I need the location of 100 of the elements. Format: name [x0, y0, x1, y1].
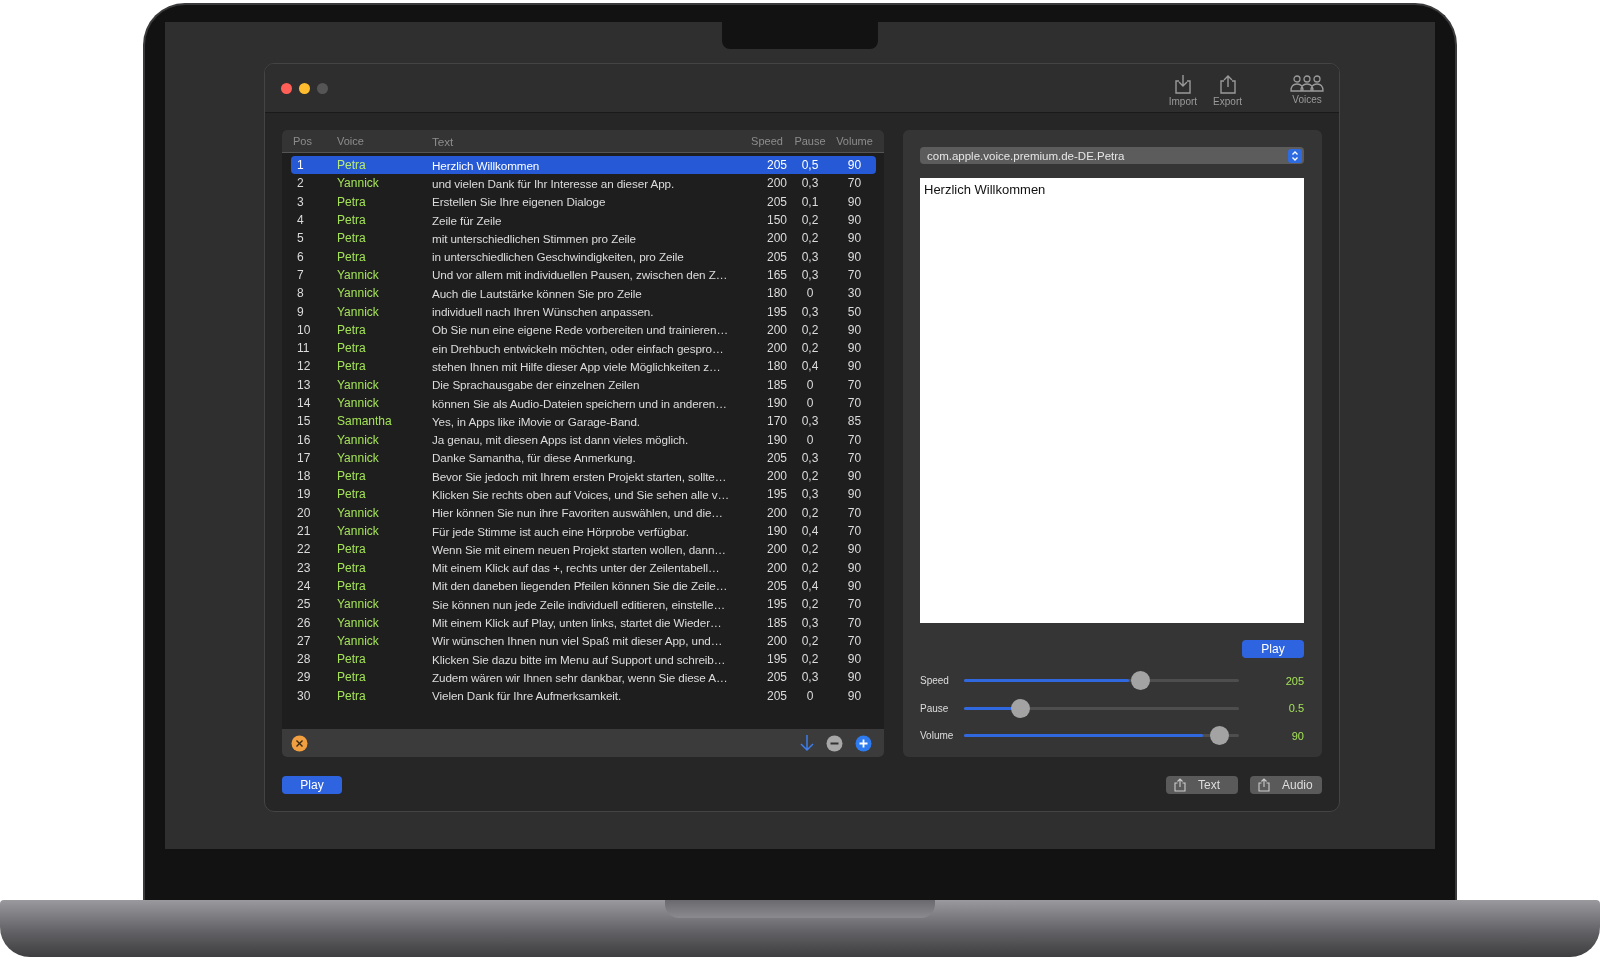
- table-cell-text: Yannick: [337, 267, 380, 282]
- table-row[interactable]: 20 Yannick Hier können Sie nun ihre Favoriten auswählen, und die… 200 0,2 70: [291, 503, 876, 522]
- table-row[interactable]: 15 Samantha Yes, in Apps like iMovie or Garage-Band. 170 0,3 85: [291, 412, 876, 431]
- play-button[interactable]: Play: [1242, 640, 1304, 658]
- table-row[interactable]: 17 Yannick Danke Samantha, für diese Anmerkung. 205 0,3 70: [291, 448, 876, 468]
- table-cell-text: 70: [846, 176, 863, 191]
- table-cell-text: 90: [846, 560, 863, 575]
- table-row[interactable]: 30 Petra Vielen Dank für Ihre Aufmerksamkeit. 205 0 90: [291, 686, 876, 705]
- table-cell-text: 190: [765, 396, 787, 410]
- table-row[interactable]: 3 Petra Erstellen Sie Ihre eigenen Dialoge 205 0,1 90: [291, 192, 876, 211]
- table-row[interactable]: 1 Petra Herzlich Willkommen 205 0,5 90: [291, 156, 876, 175]
- table-cell-text: 200: [765, 505, 787, 520]
- table-cell-text: 70: [846, 267, 863, 282]
- table-cell-text: Petra: [337, 194, 367, 209]
- column-header[interactable]: Text: [432, 134, 747, 148]
- slider-thumb[interactable]: [1130, 671, 1150, 691]
- table-cell-text: 0,3: [800, 615, 820, 630]
- table-cell-text: Zudem wären wir Ihnen sehr dankbar, wenn Sie diese A…: [432, 670, 729, 684]
- table-cell-text: Die Sprachausgabe der einzelnen Zeilen: [432, 378, 641, 392]
- table-cell-text: 70: [846, 377, 863, 392]
- table-cell-text: 90: [846, 213, 863, 228]
- table-row[interactable]: 6 Petra in unterschiedlichen Geschwindigkeiten, pro Zeile 205 0,3 90: [291, 247, 876, 266]
- table-row[interactable]: 29 Petra Zudem wären wir Ihnen sehr dankbar, wenn Sie diese A… 205 0,3 90: [291, 668, 876, 687]
- table-row[interactable]: 21 Yannick Für jede Stimme ist auch eine Hörprobe verfügbar. 190 0,4 70: [291, 521, 876, 541]
- table-row[interactable]: 4 Petra Zeile für Zeile 150 0,2 90: [291, 210, 876, 230]
- table-row[interactable]: 14 Yannick können Sie als Audio-Dateien speichern und in anderen… 190 0 70: [291, 393, 876, 413]
- column-header[interactable]: Voice: [337, 135, 432, 147]
- table-cell-text: 200: [765, 633, 787, 648]
- table-cell-text: 0,3: [800, 450, 820, 465]
- close-button[interactable]: [281, 82, 292, 94]
- table-cell-text: 0: [805, 396, 815, 410]
- table-cell-text: 0,2: [800, 505, 820, 520]
- play-button[interactable]: Play: [282, 775, 342, 794]
- export-button[interactable]: Export: [1210, 73, 1245, 107]
- table-row[interactable]: 9 Yannick individuell nach Ihren Wünschen anpassen. 195 0,3 50: [291, 302, 876, 321]
- import-button[interactable]: Import: [1165, 73, 1201, 107]
- table-row[interactable]: 10 Petra Ob Sie nun eine eigene Rede vorbereiten und trainieren… 200 0,2 90: [291, 320, 876, 339]
- table-cell-text: Mit den daneben liegenden Pfeilen können Sie die Zeile…: [432, 579, 729, 593]
- table-cell-text: 90: [846, 359, 863, 374]
- table-row[interactable]: 22 Petra Wenn Sie mit einem neuen Projekt starten wollen, dann… 200 0,2 90: [291, 540, 876, 559]
- column-header[interactable]: Volume: [833, 135, 876, 147]
- table-cell-text: Petra: [337, 158, 367, 173]
- table-cell-text: Wir wünschen Ihnen nun viel Spaß mit dieser App, und…: [432, 634, 724, 648]
- table-cell-text: 0,4: [800, 578, 820, 593]
- slider-thumb[interactable]: [1209, 726, 1229, 746]
- table-cell-text: 19: [296, 487, 312, 502]
- table-cell-text: 16: [296, 432, 312, 447]
- table-cell-text: Petra: [337, 688, 367, 703]
- clear-icon[interactable]: [291, 734, 308, 752]
- table-row[interactable]: 19 Petra Klicken Sie rechts oben auf Voices, und Sie sehen alle v… 195 0,3 90: [291, 485, 876, 504]
- table-cell-text: Danke Samantha, für diese Anmerkung.: [432, 451, 637, 465]
- table-cell-text: Petra: [337, 231, 367, 246]
- table-row[interactable]: 5 Petra mit unterschiedlichen Stimmen pro Zeile 200 0,2 90: [291, 229, 876, 248]
- table-cell-text: 70: [846, 432, 863, 447]
- table-cell-text: Petra: [337, 542, 367, 557]
- table-cell-text: 185: [765, 377, 787, 392]
- table-row[interactable]: 26 Yannick Mit einem Klick auf Play, unten links, startet die Wieder… 185 0,3 70: [291, 613, 876, 632]
- table-cell-text: Klicken Sie dazu bitte im Menu auf Support und schreib…: [432, 652, 727, 666]
- table-cell-text: Yannick: [337, 524, 380, 539]
- people-icon: [1290, 73, 1324, 92]
- table-cell-text: Vielen Dank für Ihre Aufmerksamkeit.: [432, 689, 623, 703]
- table-cell-text: 205: [765, 578, 787, 593]
- slider-thumb[interactable]: [1010, 698, 1030, 718]
- column-header[interactable]: Pos: [291, 135, 337, 147]
- table-cell-text: 165: [765, 267, 787, 282]
- table-cell-text: 90: [846, 322, 863, 337]
- table-cell-text: 10: [296, 322, 312, 337]
- table-row[interactable]: 8 Yannick Auch die Lautstärke können Sie pro Zeile 180 0 30: [291, 284, 876, 303]
- table-row[interactable]: 24 Petra Mit den daneben liegenden Pfeilen können Sie die Zeile… 205 0,4 90: [291, 576, 876, 596]
- table-row[interactable]: 28 Petra Klicken Sie dazu bitte im Menu auf Support und schreib… 195 0,2 90: [291, 650, 876, 669]
- table-cell-text: 0,2: [800, 652, 820, 667]
- table-row[interactable]: 11 Petra ein Drehbuch entwickeln möchten, oder einfach gespro… 200 0,2 90: [291, 338, 876, 358]
- table-row[interactable]: 13 Yannick Die Sprachausgabe der einzelnen Zeilen 185 0 70: [291, 375, 876, 394]
- text-editor[interactable]: Herzlich Willkommen: [920, 178, 1304, 623]
- table-cell-text: können Sie als Audio-Dateien speichern und in anderen…: [432, 396, 728, 410]
- table-cell-text: 12: [296, 359, 312, 374]
- arrow-down-icon[interactable]: [800, 734, 814, 752]
- remove-icon[interactable]: [826, 734, 843, 752]
- export-button[interactable]: Text: [1166, 775, 1238, 794]
- voices-button[interactable]: Voices: [1287, 73, 1327, 107]
- column-header[interactable]: Speed: [747, 135, 787, 147]
- table-cell-text: 205: [765, 249, 787, 264]
- table-row[interactable]: 18 Petra Bevor Sie jedoch mit Ihrem ersten Projekt starten, sollte… 200 0,2 90: [291, 467, 876, 486]
- table-row[interactable]: 23 Petra Mit einem Klick auf das +, rechts unter der Zeilentabell… 200 0,2 90: [291, 558, 876, 577]
- table-row[interactable]: 12 Petra stehen Ihnen mit Hilfe dieser App viele Möglichkeiten z… 180 0,4 90: [291, 357, 876, 376]
- table-cell-text: 70: [846, 505, 863, 520]
- table-row[interactable]: 16 Yannick Ja genau, mit diesen Apps ist dann vieles möglich. 190 0 70: [291, 430, 876, 449]
- export-button[interactable]: Audio: [1250, 775, 1322, 794]
- table-row[interactable]: 7 Yannick Und vor allem mit individuellen Pausen, zwischen den Z… 165 0,3 70: [291, 265, 876, 285]
- table-cell-text: Petra: [337, 213, 367, 228]
- slider-label: Volume: [920, 730, 955, 742]
- voice-dropdown[interactable]: com.apple.voice.premium.de-DE.Petra: [920, 147, 1304, 164]
- column-header[interactable]: Pause: [787, 135, 833, 147]
- share-icon: [1218, 73, 1237, 94]
- table-row[interactable]: 2 Yannick und vielen Dank für Ihr Interesse an dieser App. 200 0,3 70: [291, 174, 876, 193]
- table-row[interactable]: 27 Yannick Wir wünschen Ihnen nun viel Spaß mit dieser App, und… 200 0,2 70: [291, 631, 876, 650]
- table-cell-text: Mit einem Klick auf das +, rechts unter der Zeilentabell…: [432, 561, 721, 575]
- minimize-button[interactable]: [299, 82, 310, 94]
- table-row[interactable]: 25 Yannick Sie können nun jede Zeile individuell editieren, einstelle… 195 0,2 70: [291, 595, 876, 614]
- add-icon[interactable]: [855, 734, 872, 752]
